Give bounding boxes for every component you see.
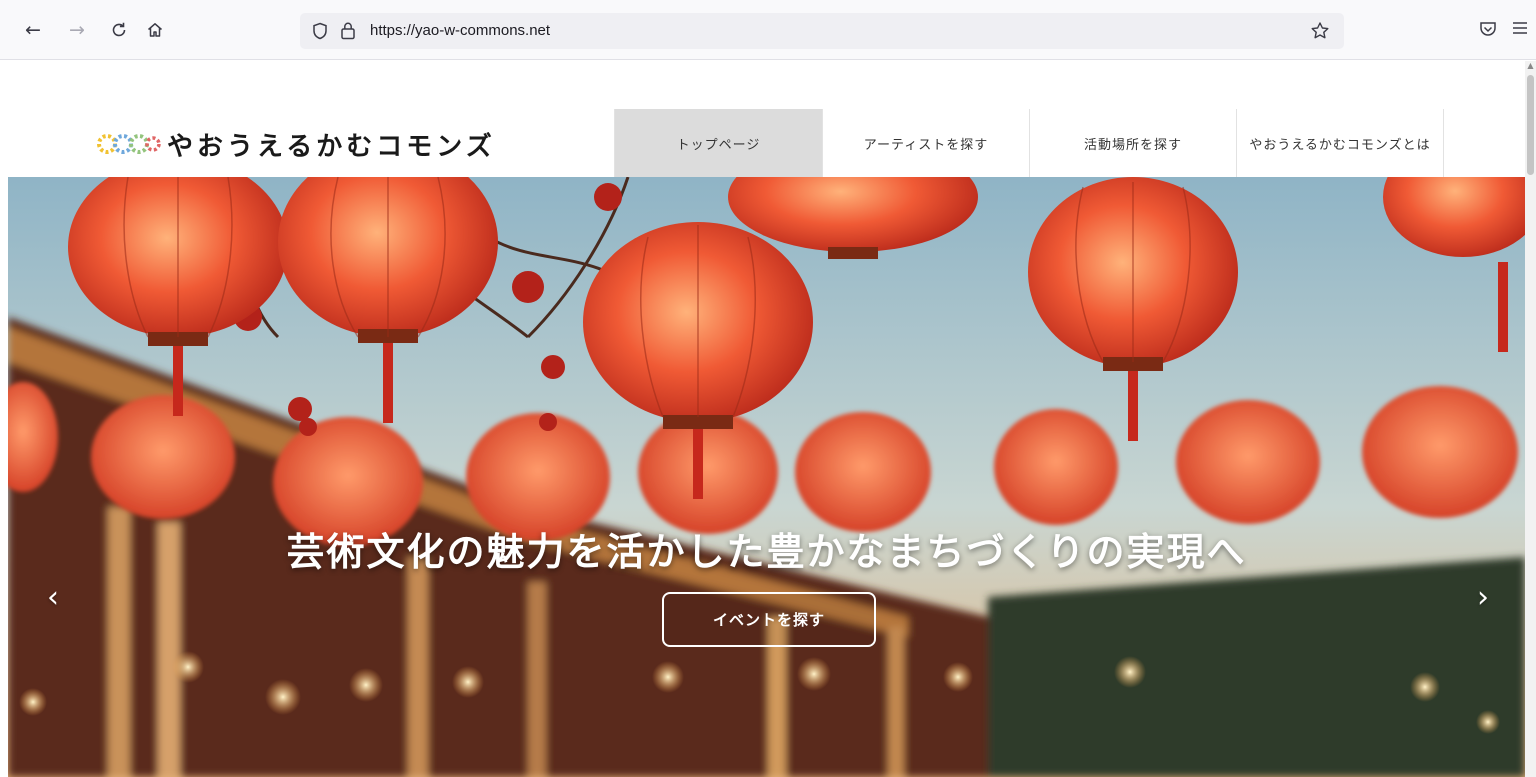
url-text[interactable]: https://yao-w-commons.net (370, 22, 550, 39)
slider-next-icon[interactable]: › (1468, 577, 1498, 617)
logo-text: やおうえるかむコモンズ (167, 131, 496, 162)
slider-prev-icon[interactable]: ‹ (38, 577, 68, 617)
lock-icon[interactable] (340, 21, 356, 40)
site-logo[interactable]: やおうえるかむコモンズ (97, 127, 496, 162)
nav-item-about[interactable]: やおうえるかむコモンズとは (1236, 109, 1444, 177)
bookmark-star-icon[interactable] (1310, 21, 1330, 41)
reload-icon[interactable] (106, 17, 132, 43)
nav-item-find-venue[interactable]: 活動場所を探す (1029, 109, 1236, 177)
hero-headline: 芸術文化の魅力を活かした豊かなまちづくりの実現へ (286, 530, 1247, 574)
logo-mark-icon (97, 134, 161, 154)
home-icon[interactable] (142, 17, 168, 43)
menu-icon[interactable] (1510, 18, 1530, 38)
nav-item-top[interactable]: トップページ (614, 109, 822, 177)
site-header: やおうえるかむコモンズ トップページ アーティストを探す 活動場所を探す やおう… (0, 109, 1525, 177)
scroll-up-icon[interactable]: ▲ (1527, 61, 1534, 71)
hero-slider: 芸術文化の魅力を活かした豊かなまちづくりの実現へ イベントを探す ‹ › (8, 177, 1525, 777)
find-event-button[interactable]: イベントを探す (662, 592, 876, 647)
back-icon[interactable]: ← (20, 17, 46, 43)
forward-icon[interactable]: → (64, 17, 90, 43)
browser-toolbar: ← → https://yao-w-commons.net (0, 0, 1536, 60)
pocket-icon[interactable] (1478, 19, 1498, 39)
global-nav: トップページ アーティストを探す 活動場所を探す やおうえるかむコモンズとは (614, 109, 1444, 177)
shield-icon[interactable] (312, 22, 328, 40)
nav-item-find-artist[interactable]: アーティストを探す (822, 109, 1029, 177)
page-scrollbar[interactable]: ▲ (1525, 61, 1536, 777)
scrollbar-thumb[interactable] (1527, 75, 1534, 175)
hero-lantern-image (8, 177, 1525, 777)
page-viewport: やおうえるかむコモンズ トップページ アーティストを探す 活動場所を探す やおう… (0, 61, 1536, 777)
address-bar[interactable]: https://yao-w-commons.net (300, 13, 1344, 49)
